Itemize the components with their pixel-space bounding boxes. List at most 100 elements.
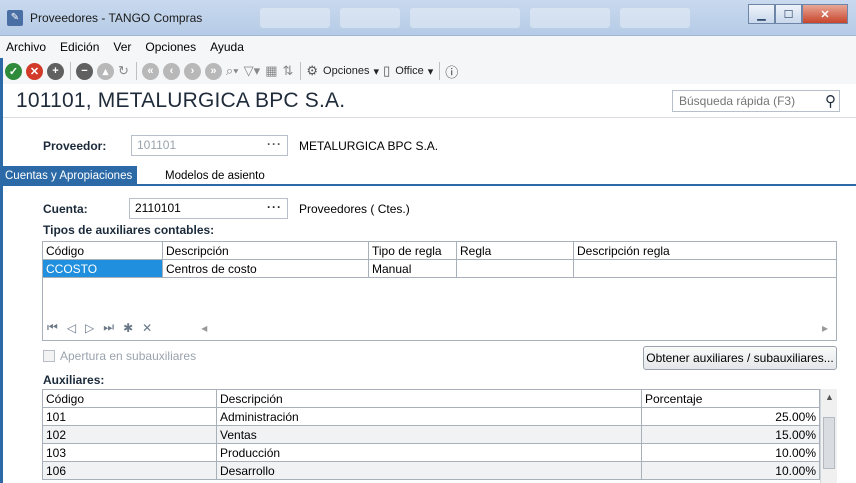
tab-modelos[interactable]: Modelos de asiento [160, 166, 270, 186]
column-header[interactable]: Tipo de regla [368, 241, 457, 260]
proveedor-code: 101101 [137, 138, 177, 152]
table-cell[interactable]: Administración [216, 407, 642, 426]
auxiliares-table: Código Descripción Porcentaje 101 Admini… [42, 389, 820, 480]
table-cell[interactable]: Producción [216, 443, 642, 462]
page-title: 101101, METALURGICA BPC S.A. [16, 89, 346, 112]
menu-ayuda[interactable]: Ayuda [210, 40, 244, 54]
toolbar: ✓ ✕ + − ▴ ↻ « ‹ › » ⌕▾ ▽▾ ▦ ⇅ ⚙ Opciones… [0, 58, 856, 84]
record-navigator: ⏮ ◁ ▷ ⏭ ✱ ✕ ◂ [47, 320, 216, 335]
column-header[interactable]: Código [42, 389, 217, 408]
previous-record-icon[interactable]: ‹ [162, 62, 180, 80]
toolbar-separator [300, 62, 302, 80]
close-button[interactable]: ✕ [802, 4, 848, 24]
up-icon[interactable]: ▴ [97, 62, 114, 80]
search-icon[interactable]: ⚲ [825, 92, 836, 110]
next-record-icon[interactable]: ▷ [85, 321, 94, 335]
column-header[interactable]: Descripción regla [573, 241, 837, 260]
menu-archivo[interactable]: Archivo [6, 40, 46, 54]
lookup-icon: ··· [267, 137, 282, 151]
blurred-tab [620, 8, 690, 28]
table-cell[interactable]: 106 [42, 461, 217, 480]
auxiliares-title: Auxiliares: [43, 373, 105, 387]
gear-icon: ⚙ [306, 63, 319, 78]
add-icon[interactable]: + [47, 62, 64, 80]
office-dropdown[interactable]: Office [395, 65, 424, 77]
table-cell[interactable]: 103 [42, 443, 217, 462]
tab-bar: Cuentas y Apropiaciones Modelos de asien… [0, 166, 856, 186]
toolbar-separator [70, 62, 71, 80]
tipos-aux-table: Código Descripción Tipo de regla Regla D… [42, 241, 837, 278]
toolbar-separator [439, 62, 441, 80]
menu-opciones[interactable]: Opciones [145, 40, 196, 54]
table-cell[interactable]: Desarrollo [216, 461, 642, 480]
first-record-icon[interactable]: « [141, 62, 159, 80]
vertical-scrollbar[interactable]: ▲ [820, 389, 837, 483]
table-row[interactable]: 101 Administración 25.00% [42, 407, 820, 426]
table-cell[interactable]: 10.00% [641, 461, 820, 480]
binoculars-icon[interactable]: ⌕▾ [226, 63, 239, 79]
lookup-button[interactable]: ··· [267, 198, 282, 217]
refresh-icon[interactable]: ↻ [118, 63, 129, 79]
table-cell[interactable]: Manual [368, 259, 457, 278]
toolbar-separator [135, 62, 137, 80]
confirm-icon[interactable]: ✓ [5, 62, 22, 80]
column-header[interactable]: Porcentaje [641, 389, 820, 408]
menu-ver[interactable]: Ver [113, 40, 131, 54]
scroll-thumb[interactable] [823, 417, 835, 469]
last-record-icon[interactable]: ⏭ [103, 320, 114, 335]
help-icon[interactable]: ⓘ [445, 62, 458, 81]
table-row[interactable]: 106 Desarrollo 10.00% [42, 461, 820, 480]
maximize-button[interactable]: ☐ [775, 4, 802, 24]
table-cell[interactable]: 10.00% [641, 443, 820, 462]
previous-record-icon[interactable]: ◁ [67, 321, 76, 335]
table-row[interactable]: 103 Producción 10.00% [42, 443, 820, 462]
apertura-checkbox[interactable]: Apertura en subauxiliares [43, 349, 196, 363]
sort-icon[interactable]: ⇅ [282, 63, 293, 79]
proveedor-label: Proveedor: [43, 139, 107, 153]
table-cell[interactable]: 15.00% [641, 425, 820, 444]
apertura-label: Apertura en subauxiliares [60, 349, 197, 363]
tab-cuentas[interactable]: Cuentas y Apropiaciones [0, 166, 138, 186]
delete-record-icon[interactable]: ✕ [142, 321, 152, 335]
blurred-tab [260, 8, 330, 28]
cancel-icon[interactable]: ✕ [26, 62, 43, 80]
cuenta-name: Proveedores ( Ctes.) [299, 202, 410, 216]
table-cell[interactable]: Ventas [216, 425, 642, 444]
proveedor-name: METALURGICA BPC S.A. [299, 139, 439, 153]
minimize-button[interactable]: ▁ [748, 4, 775, 24]
grid-icon[interactable]: ▦ [265, 63, 277, 79]
next-record-icon[interactable]: › [183, 62, 201, 80]
chevron-down-icon: ▾ [427, 65, 434, 78]
column-header[interactable]: Descripción [216, 389, 642, 408]
table-cell[interactable]: 102 [42, 425, 217, 444]
checkbox-box[interactable] [43, 350, 55, 362]
scroll-left-icon[interactable]: ◂ [201, 321, 207, 335]
opciones-dropdown[interactable]: Opciones [323, 65, 369, 77]
first-record-icon[interactable]: ⏮ [47, 320, 58, 335]
table-cell[interactable]: 25.00% [641, 407, 820, 426]
table-cell[interactable]: CCOSTO [42, 259, 163, 278]
search-input[interactable] [673, 91, 813, 111]
menu-edicion[interactable]: Edición [60, 40, 99, 54]
table-cell[interactable]: Centros de costo [162, 259, 369, 278]
column-header[interactable]: Código [42, 241, 163, 260]
column-header[interactable]: Descripción [162, 241, 369, 260]
quick-search[interactable]: ⚲ [672, 90, 840, 112]
new-record-icon[interactable]: ✱ [123, 321, 133, 335]
table-cell[interactable]: 101 [42, 407, 217, 426]
last-record-icon[interactable]: » [204, 62, 222, 80]
page-header: 101101, METALURGICA BPC S.A. ⚲ [0, 84, 856, 118]
column-header[interactable]: Regla [456, 241, 574, 260]
cuenta-code-field[interactable]: 2110101 ··· [129, 198, 288, 219]
delete-icon[interactable]: − [76, 62, 93, 80]
scroll-right-icon[interactable]: ▸ [822, 321, 828, 335]
table-row[interactable]: 102 Ventas 15.00% [42, 425, 820, 444]
title-bar: ✎ Proveedores - TANGO Compras ▁ ☐ ✕ [0, 0, 856, 36]
obtener-auxiliares-button[interactable]: Obtener auxiliares / subauxiliares... [643, 346, 837, 370]
filter-icon[interactable]: ▽▾ [244, 63, 261, 79]
scroll-up-icon[interactable]: ▲ [825, 392, 834, 402]
table-cell[interactable] [456, 259, 574, 278]
table-cell[interactable] [573, 259, 837, 278]
window-title: Proveedores - TANGO Compras [30, 11, 203, 25]
table-row[interactable]: CCOSTO Centros de costo Manual [42, 259, 837, 278]
